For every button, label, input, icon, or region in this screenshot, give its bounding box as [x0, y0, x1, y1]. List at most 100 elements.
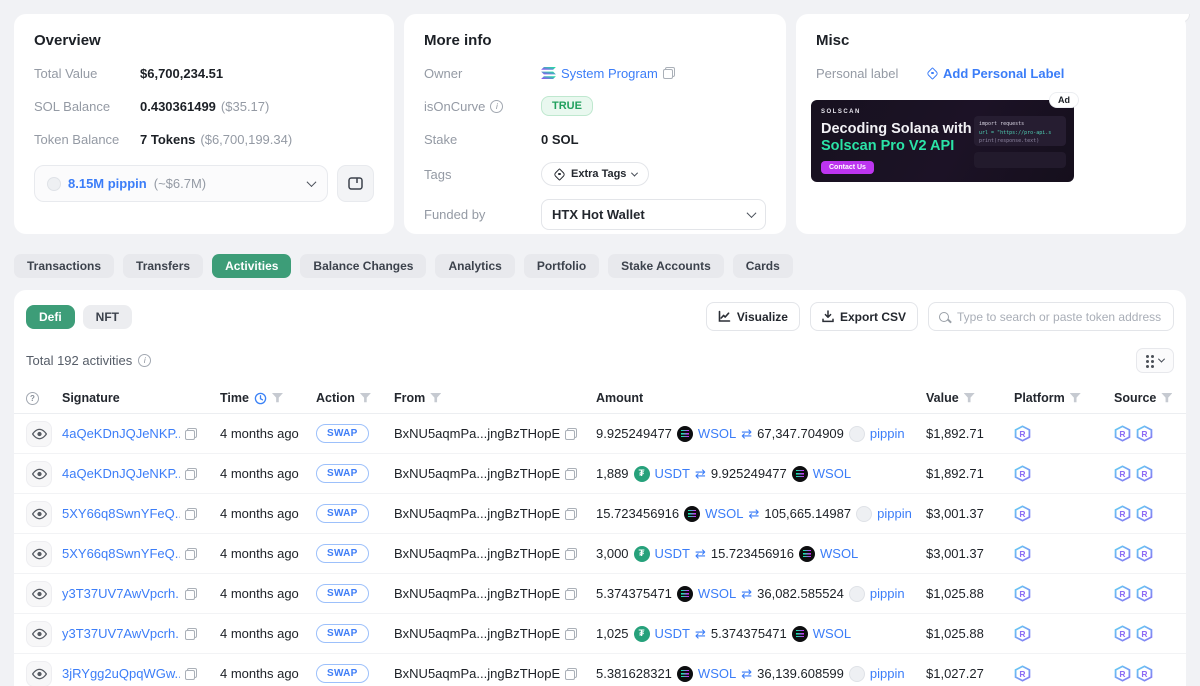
raydium-source-icon[interactable]	[1136, 425, 1153, 442]
filter-icon[interactable]	[360, 393, 371, 403]
signature-link[interactable]: 3jRYgg2uQpqWGw...	[62, 666, 180, 681]
info-icon[interactable]	[490, 100, 503, 113]
signature-link[interactable]: y3T37UV7AwVpcrh...	[62, 626, 180, 641]
raydium-source-icon[interactable]	[1114, 505, 1131, 522]
token-link[interactable]: WSOL	[820, 546, 858, 561]
extra-tags-button[interactable]: Extra Tags	[541, 162, 649, 186]
raydium-platform-icon[interactable]	[1014, 545, 1031, 562]
copy-icon[interactable]	[565, 588, 577, 600]
filter-icon[interactable]	[430, 393, 441, 403]
copy-icon[interactable]	[185, 588, 197, 600]
from-address[interactable]: BxNU5aqmPa...jngBzTHopE	[394, 626, 560, 641]
from-address[interactable]: BxNU5aqmPa...jngBzTHopE	[394, 586, 560, 601]
token-link[interactable]: pippin	[870, 586, 905, 601]
raydium-source-icon[interactable]	[1136, 545, 1153, 562]
raydium-source-icon[interactable]	[1136, 585, 1153, 602]
copy-icon[interactable]	[185, 628, 197, 640]
signature-link[interactable]: 4aQeKDnJQJeNKP...	[62, 466, 180, 481]
tab-balance-changes[interactable]: Balance Changes	[300, 254, 426, 278]
preview-eye-button[interactable]	[26, 581, 52, 607]
from-address[interactable]: BxNU5aqmPa...jngBzTHopE	[394, 466, 560, 481]
token-holdings-dropdown[interactable]: 8.15M pippin (~$6.7M)	[34, 165, 328, 202]
raydium-source-icon[interactable]	[1136, 465, 1153, 482]
copy-icon[interactable]	[565, 468, 577, 480]
clock-icon[interactable]	[254, 392, 267, 405]
filter-icon[interactable]	[1161, 393, 1172, 403]
preview-eye-button[interactable]	[26, 421, 52, 447]
raydium-source-icon[interactable]	[1114, 585, 1131, 602]
token-link[interactable]: WSOL	[698, 426, 736, 441]
token-link[interactable]: WSOL	[698, 586, 736, 601]
signature-link[interactable]: 5XY66q8SwnYFeQ...	[62, 546, 180, 561]
from-address[interactable]: BxNU5aqmPa...jngBzTHopE	[394, 666, 560, 681]
copy-icon[interactable]	[565, 628, 577, 640]
preview-eye-button[interactable]	[26, 661, 52, 686]
signature-link[interactable]: 5XY66q8SwnYFeQ...	[62, 506, 180, 521]
preview-eye-button[interactable]	[26, 501, 52, 527]
tab-transactions[interactable]: Transactions	[14, 254, 114, 278]
token-link[interactable]: pippin	[870, 666, 905, 681]
copy-icon[interactable]	[185, 428, 197, 440]
info-icon[interactable]	[138, 354, 151, 367]
wallet-view-button[interactable]	[337, 165, 374, 202]
raydium-source-icon[interactable]	[1114, 465, 1131, 482]
copy-icon[interactable]	[185, 508, 197, 520]
from-address[interactable]: BxNU5aqmPa...jngBzTHopE	[394, 506, 560, 521]
copy-icon[interactable]	[185, 468, 197, 480]
from-address[interactable]: BxNU5aqmPa...jngBzTHopE	[394, 546, 560, 561]
ad-contact-us-button[interactable]: Contact Us	[821, 161, 874, 174]
signature-link[interactable]: 4aQeKDnJQJeNKP...	[62, 426, 180, 441]
copy-icon[interactable]	[565, 548, 577, 560]
filter-icon[interactable]	[964, 393, 975, 403]
owner-link[interactable]: System Program	[561, 66, 658, 81]
tab-stake-accounts[interactable]: Stake Accounts	[608, 254, 724, 278]
filter-defi[interactable]: Defi	[26, 305, 75, 329]
token-link[interactable]: WSOL	[705, 506, 743, 521]
help-icon[interactable]	[26, 392, 39, 405]
add-personal-label-link[interactable]: Add Personal Label	[943, 66, 1064, 81]
raydium-source-icon[interactable]	[1114, 545, 1131, 562]
token-link[interactable]: USDT	[655, 466, 690, 481]
raydium-source-icon[interactable]	[1136, 505, 1153, 522]
raydium-source-icon[interactable]	[1136, 625, 1153, 642]
funded-by-select[interactable]: HTX Hot Wallet	[541, 199, 766, 230]
signature-link[interactable]: y3T37UV7AwVpcrh...	[62, 586, 180, 601]
raydium-platform-icon[interactable]	[1014, 465, 1031, 482]
export-csv-button[interactable]: Export CSV	[810, 302, 918, 331]
filter-icon[interactable]	[1070, 393, 1081, 403]
raydium-source-icon[interactable]	[1114, 665, 1131, 682]
filter-icon[interactable]	[272, 393, 283, 403]
token-link[interactable]: WSOL	[698, 666, 736, 681]
copy-icon[interactable]	[185, 668, 197, 680]
token-link[interactable]: USDT	[655, 546, 690, 561]
token-link[interactable]: pippin	[877, 506, 912, 521]
from-address[interactable]: BxNU5aqmPa...jngBzTHopE	[394, 426, 560, 441]
copy-icon[interactable]	[565, 508, 577, 520]
tab-transfers[interactable]: Transfers	[123, 254, 203, 278]
token-link[interactable]: USDT	[655, 626, 690, 641]
copy-icon[interactable]	[663, 67, 675, 79]
tab-activities[interactable]: Activities	[212, 254, 291, 278]
tab-cards[interactable]: Cards	[733, 254, 793, 278]
raydium-platform-icon[interactable]	[1014, 665, 1031, 682]
raydium-source-icon[interactable]	[1114, 425, 1131, 442]
raydium-source-icon[interactable]	[1136, 665, 1153, 682]
raydium-platform-icon[interactable]	[1014, 585, 1031, 602]
tab-portfolio[interactable]: Portfolio	[524, 254, 599, 278]
column-settings-button[interactable]	[1136, 348, 1174, 373]
copy-icon[interactable]	[185, 548, 197, 560]
visualize-button[interactable]: Visualize	[706, 302, 800, 331]
raydium-platform-icon[interactable]	[1014, 425, 1031, 442]
copy-icon[interactable]	[565, 668, 577, 680]
ad-banner[interactable]: SOLSCAN Decoding Solana with Solscan Pro…	[811, 100, 1074, 182]
preview-eye-button[interactable]	[26, 621, 52, 647]
raydium-source-icon[interactable]	[1114, 625, 1131, 642]
search-input[interactable]	[957, 310, 1163, 324]
token-link[interactable]: pippin	[870, 426, 905, 441]
token-link[interactable]: WSOL	[813, 626, 851, 641]
copy-icon[interactable]	[565, 428, 577, 440]
raydium-platform-icon[interactable]	[1014, 505, 1031, 522]
token-holdings-amount[interactable]: 8.15M pippin	[68, 176, 147, 191]
raydium-platform-icon[interactable]	[1014, 625, 1031, 642]
preview-eye-button[interactable]	[26, 461, 52, 487]
